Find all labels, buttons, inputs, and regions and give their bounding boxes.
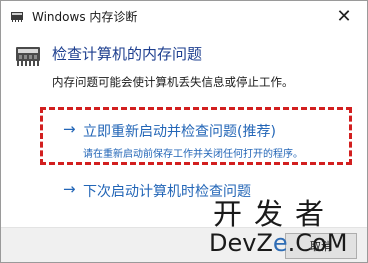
watermark-domain: DevZe.CoM — [209, 229, 347, 257]
memory-diagnostic-app-icon — [11, 12, 23, 22]
memory-chip-icon — [16, 47, 40, 66]
restart-now-hint: 请在重新启动前保存工作并关闭任何打开的程序。 — [83, 149, 303, 160]
memory-diagnostic-window: Windows 内存诊断 ✕ 检查计算机的内存问题 内存问题可能会使计算机丢失信… — [0, 0, 368, 263]
page-title: 检查计算机的内存问题 — [52, 45, 203, 63]
restart-now-option[interactable]: → 立即重新启动并检查问题(推荐) 请在重新启动前保存工作并关闭任何打开的程序。 — [53, 117, 343, 160]
title-bar[interactable]: Windows 内存诊断 ✕ — [1, 1, 367, 31]
watermark-domain-part1: DevZ — [209, 229, 273, 257]
restart-now-label: 立即重新启动并检查问题(推荐) — [83, 124, 276, 140]
arrow-right-icon: → — [63, 120, 76, 138]
watermark-text: 开发者 — [213, 197, 337, 231]
close-button[interactable]: ✕ — [321, 1, 367, 31]
arrow-right-icon: → — [63, 180, 76, 198]
page-description: 内存问题可能会使计算机丢失信息或停止工作。 — [52, 75, 294, 89]
watermark-domain-part2: .CoM — [287, 229, 348, 257]
close-icon: ✕ — [336, 5, 352, 27]
window-title: Windows 内存诊断 — [32, 10, 138, 24]
watermark-domain-e: e — [272, 229, 288, 257]
